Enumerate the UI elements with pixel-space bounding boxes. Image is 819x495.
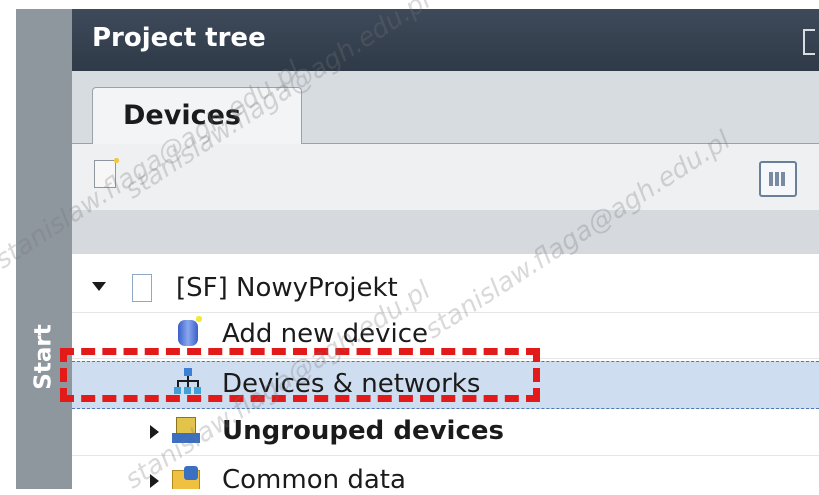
start-sidebar[interactable]: Start	[16, 9, 72, 489]
toolbar	[72, 144, 819, 210]
add-device-label: Add new device	[222, 319, 429, 349]
tab-strip: Devices	[72, 71, 819, 144]
start-label-wrap: Start	[20, 317, 68, 397]
tree-header	[72, 210, 819, 254]
panel-title-bar: Project tree	[72, 9, 819, 71]
tree-row-project[interactable]: [SF] NowyProjekt	[72, 266, 819, 313]
panel-layout-icon[interactable]	[803, 29, 815, 55]
ungrouped-devices-icon	[172, 417, 202, 445]
tab-devices[interactable]: Devices	[92, 87, 302, 144]
devices-networks-label: Devices & networks	[222, 369, 481, 399]
grid-icon	[769, 172, 787, 186]
expand-right-icon[interactable]	[150, 425, 159, 439]
start-label[interactable]: Start	[31, 324, 57, 389]
tree-row-add-device[interactable]: Add new device	[72, 312, 819, 359]
devices-networks-icon	[174, 368, 202, 398]
overview-view-button[interactable]	[759, 161, 797, 197]
expand-down-icon[interactable]	[92, 282, 106, 291]
project-icon	[132, 274, 152, 302]
expand-right-icon[interactable]	[150, 474, 159, 488]
project-tree-panel: Start Project tree Devices [SF] NowyProj…	[16, 9, 819, 489]
common-data-label: Common data	[222, 465, 406, 489]
new-document-icon[interactable]	[94, 156, 121, 188]
tree-row-ungrouped[interactable]: Ungrouped devices	[72, 409, 819, 456]
panel-title: Project tree	[92, 23, 266, 53]
tree-row-devices-networks[interactable]: Devices & networks	[72, 361, 819, 409]
common-data-icon	[172, 466, 202, 489]
project-label: [SF] NowyProjekt	[176, 273, 398, 303]
tree-row-common-data[interactable]: Common data	[72, 458, 819, 489]
tab-devices-label: Devices	[123, 100, 241, 131]
add-device-icon	[176, 314, 204, 348]
ungrouped-devices-label: Ungrouped devices	[222, 416, 504, 446]
project-tree: [SF] NowyProjekt Add new device Devices …	[72, 254, 819, 489]
